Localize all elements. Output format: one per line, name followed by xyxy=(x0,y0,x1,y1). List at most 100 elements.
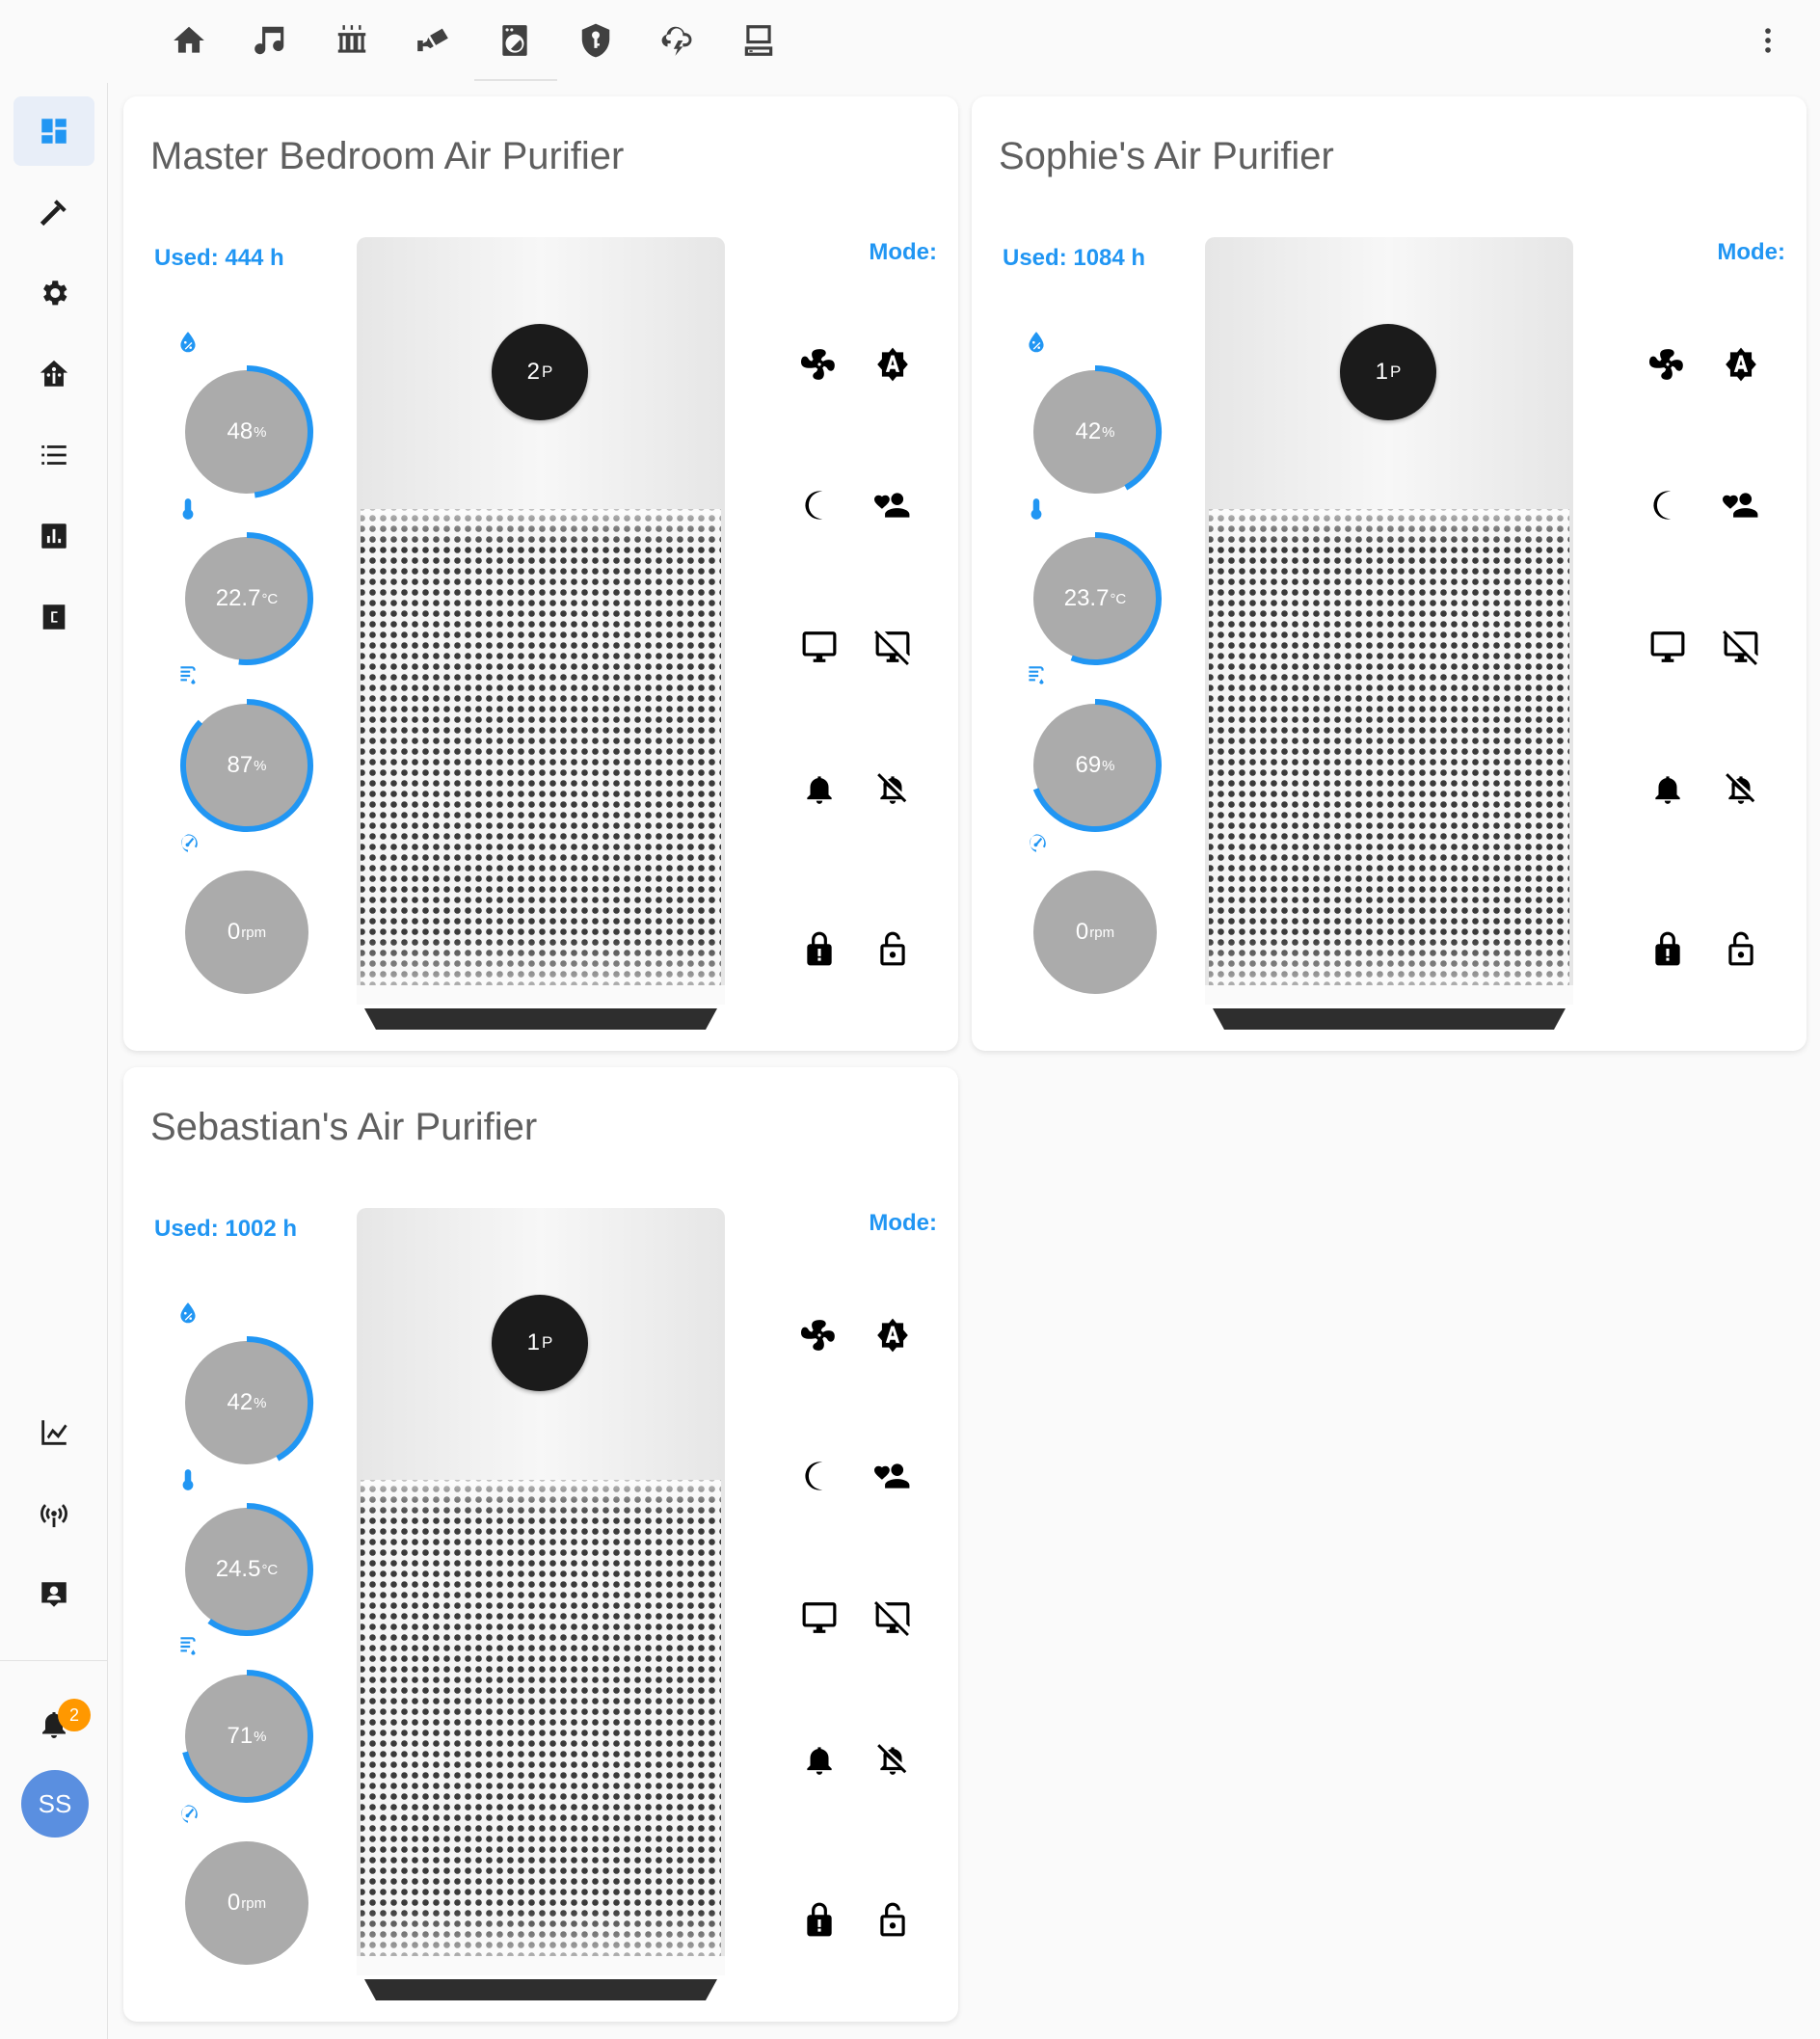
account-box-icon xyxy=(41,1582,67,1607)
bell-off-icon xyxy=(877,773,907,804)
chart-box-icon xyxy=(41,523,67,549)
thermometer-icon xyxy=(1024,496,1049,522)
sidebar-item-person[interactable] xyxy=(13,1560,94,1629)
fan-speed-unit: rpm xyxy=(241,924,267,941)
lock-icon xyxy=(807,931,832,966)
card-title: Sebastian's Air Purifier xyxy=(150,1106,538,1148)
music-icon xyxy=(254,26,284,55)
lock-icon xyxy=(807,1902,832,1937)
humidity-gauge: 42% xyxy=(1028,364,1163,499)
auto-mode-button[interactable] xyxy=(1718,341,1764,388)
buzzer-off-button[interactable] xyxy=(1718,765,1764,812)
sidebar-item-overview[interactable] xyxy=(13,96,94,166)
purifier-card: Sophie's Air Purifier Used: 1084 h Mode: 1… xyxy=(972,96,1807,1051)
tab-home[interactable] xyxy=(158,10,220,71)
card-title: Sophie's Air Purifier xyxy=(999,135,1334,177)
humidity-unit: % xyxy=(254,1394,267,1411)
auto-mode-button[interactable] xyxy=(870,341,916,388)
buzzer-on-button[interactable] xyxy=(1645,765,1691,812)
account-heart-icon xyxy=(1723,493,1758,518)
washing-machine-icon xyxy=(502,25,527,56)
display-indicator: 1P xyxy=(1340,324,1436,420)
buzzer-off-button[interactable] xyxy=(870,1736,916,1783)
display-unit: P xyxy=(1390,362,1402,381)
sidebar-item-history[interactable] xyxy=(13,501,94,571)
water-percent-icon xyxy=(175,1301,201,1326)
filter-value: 69 xyxy=(1075,752,1102,778)
child-lock-off-button[interactable] xyxy=(1718,926,1764,972)
display-off-button[interactable] xyxy=(870,624,916,670)
lock-open-icon xyxy=(880,1902,905,1937)
water-percent-icon xyxy=(175,330,201,355)
display-off-button[interactable] xyxy=(870,1595,916,1641)
display-on-button[interactable] xyxy=(1645,624,1691,670)
fan-mode-button[interactable] xyxy=(796,1312,843,1358)
child-lock-on-button[interactable] xyxy=(1645,926,1691,972)
c-box-icon xyxy=(42,604,66,630)
tab-cctv[interactable] xyxy=(402,10,464,71)
sidebar-item-settings[interactable] xyxy=(13,258,94,328)
thermometer-icon xyxy=(175,1467,201,1492)
night-mode-button[interactable] xyxy=(796,1453,843,1499)
display-on-button[interactable] xyxy=(796,1595,843,1641)
fan-mode-button[interactable] xyxy=(796,341,843,388)
usage-hours: Used: 1084 h xyxy=(1003,245,1146,271)
filter-gauge: 87% xyxy=(179,698,314,833)
sidebar-item-c[interactable] xyxy=(13,582,94,652)
fan-mode-button[interactable] xyxy=(1645,341,1691,388)
sidebar-item-energy[interactable] xyxy=(13,1398,94,1467)
speedometer-icon xyxy=(175,1801,201,1826)
chart-line-icon xyxy=(41,1420,67,1445)
buzzer-on-button[interactable] xyxy=(796,765,843,812)
monitor-icon xyxy=(802,631,837,662)
humidity-unit: % xyxy=(254,423,267,441)
filter-unit: % xyxy=(254,757,267,774)
speedometer-icon xyxy=(175,830,201,855)
more-options-button[interactable] xyxy=(1737,10,1799,71)
fan-icon xyxy=(1649,349,1683,380)
buzzer-off-button[interactable] xyxy=(870,765,916,812)
monitor-off-icon xyxy=(874,1601,910,1636)
weather-lightning-icon xyxy=(661,26,692,56)
child-lock-off-button[interactable] xyxy=(870,1896,916,1943)
cctv-icon xyxy=(417,28,448,52)
humidity-gauge: 42% xyxy=(179,1335,314,1470)
home-icon xyxy=(174,26,204,53)
child-lock-on-button[interactable] xyxy=(796,1896,843,1943)
moon-icon xyxy=(1653,491,1672,520)
tab-security[interactable] xyxy=(565,10,627,71)
avatar[interactable]: SS xyxy=(21,1770,89,1838)
display-off-button[interactable] xyxy=(1718,624,1764,670)
humidity-value: 48 xyxy=(227,418,254,444)
display-on-button[interactable] xyxy=(796,624,843,670)
child-lock-off-button[interactable] xyxy=(870,926,916,972)
lock-open-icon xyxy=(1728,931,1753,966)
favorite-mode-button[interactable] xyxy=(1718,482,1764,528)
thermometer-icon xyxy=(175,496,201,522)
fan-speed-unit: rpm xyxy=(1089,924,1115,941)
tab-music[interactable] xyxy=(239,10,301,71)
auto-mode-button[interactable] xyxy=(870,1312,916,1358)
temperature-value: 22.7 xyxy=(215,585,261,611)
child-lock-on-button[interactable] xyxy=(796,926,843,972)
tab-weather[interactable] xyxy=(646,10,708,71)
favorite-mode-button[interactable] xyxy=(870,1453,916,1499)
tab-heater[interactable] xyxy=(321,10,383,71)
sidebar-item-home-assistant[interactable] xyxy=(13,339,94,409)
sidebar-item-logbook[interactable] xyxy=(13,420,94,490)
notification-badge: 2 xyxy=(58,1699,91,1731)
favorite-mode-button[interactable] xyxy=(870,482,916,528)
buzzer-on-button[interactable] xyxy=(796,1736,843,1783)
night-mode-button[interactable] xyxy=(796,482,843,528)
usage-hours: Used: 444 h xyxy=(154,245,284,271)
tab-server[interactable] xyxy=(728,10,790,71)
lock-open-icon xyxy=(880,931,905,966)
display-indicator: 2P xyxy=(492,324,588,420)
list-icon xyxy=(41,445,67,465)
tab-washing-machine[interactable] xyxy=(484,10,546,71)
night-mode-button[interactable] xyxy=(1645,482,1691,528)
sidebar-item-network[interactable] xyxy=(13,1479,94,1548)
fan-icon xyxy=(801,1320,835,1351)
sidebar-item-developer-tools[interactable] xyxy=(13,177,94,247)
monitor-icon xyxy=(1650,631,1685,662)
